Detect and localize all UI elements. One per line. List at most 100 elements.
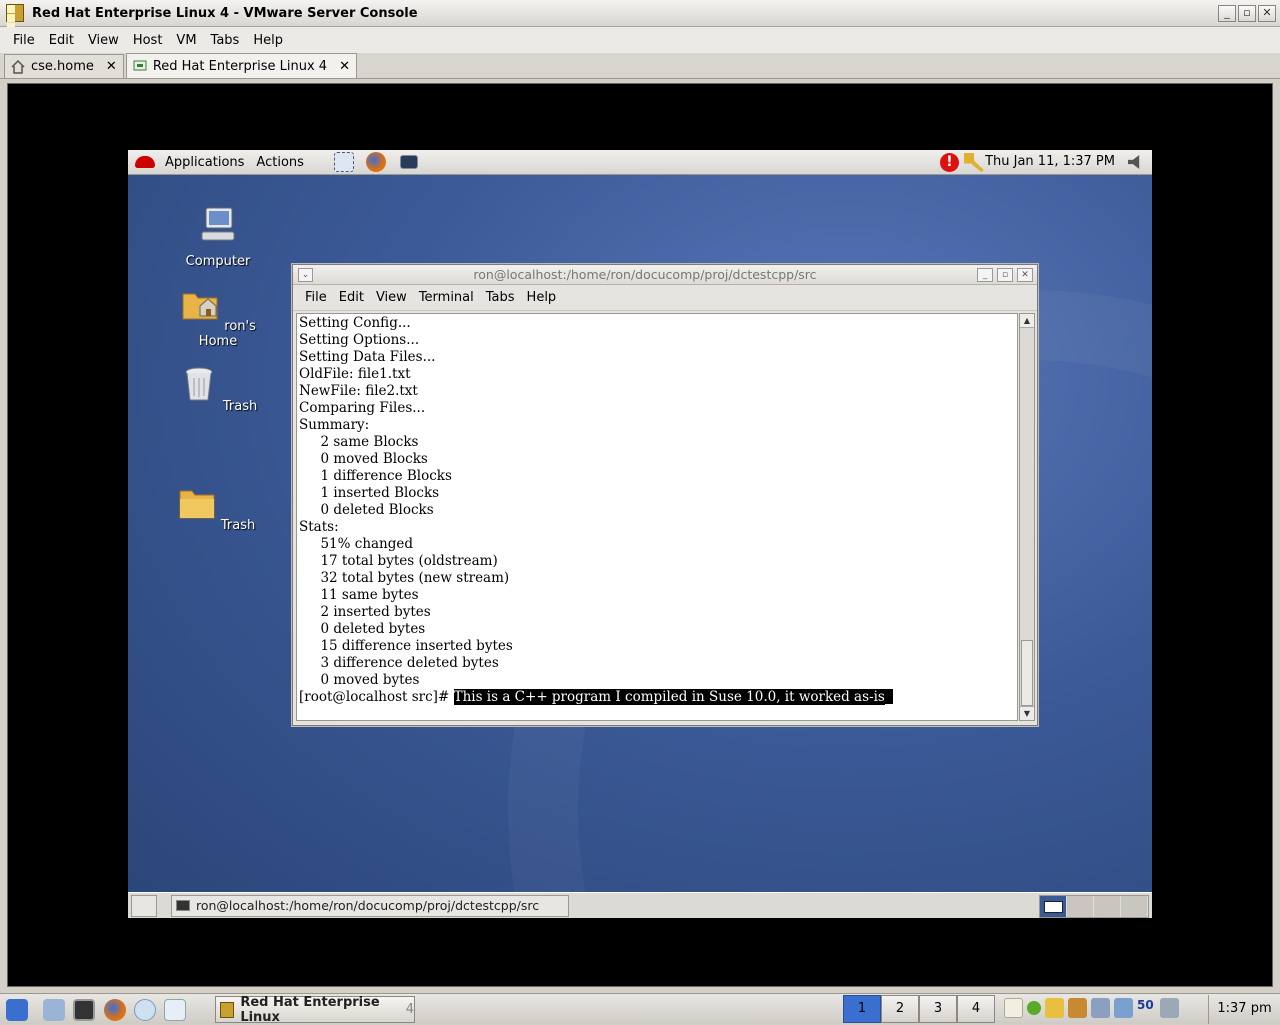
vmware-app-icon[interactable] (6, 4, 24, 40)
battery-badge[interactable]: 50 (1137, 998, 1156, 1018)
terminal-maximize-button[interactable]: ▫ (997, 267, 1013, 282)
terminal-close-button[interactable]: ✕ (1017, 267, 1033, 282)
terminal-titlebar[interactable]: ⌄ ron@localhost:/home/ron/docucomp/proj/… (293, 265, 1037, 285)
menu-file[interactable]: File (6, 33, 42, 48)
terminal-line: 3 difference deleted bytes (299, 655, 499, 671)
network-tray-icon[interactable] (1114, 998, 1133, 1018)
guest-task-terminal[interactable]: ron@localhost:/home/ron/docucomp/proj/dc… (171, 894, 569, 917)
briefcase-icon[interactable] (1068, 998, 1087, 1018)
guest-bottom-panel: ron@localhost:/home/ron/docucomp/proj/dc… (128, 892, 1152, 918)
host-pager[interactable]: 1 2 3 4 (843, 995, 995, 1023)
minimize-button[interactable]: _ (1218, 5, 1236, 22)
menu-view[interactable]: View (81, 33, 126, 48)
desktop-4-button[interactable]: 4 (957, 995, 995, 1023)
vm-icon (133, 60, 147, 71)
terminal-menu-file[interactable]: File (299, 290, 333, 305)
menu-help[interactable]: Help (246, 33, 290, 48)
system-tray: 50 (1004, 998, 1179, 1018)
menu-host[interactable]: Host (126, 33, 170, 48)
terminal-scrollbar[interactable]: ▲ ▼ (1019, 313, 1035, 721)
terminal-line: 15 difference inserted bytes (299, 638, 513, 654)
host-task-vmware[interactable]: Red Hat Enterprise Linux 4 (215, 994, 415, 1025)
terminal-line: Setting Options... (299, 332, 420, 348)
terminal-menu-terminal[interactable]: Terminal (413, 290, 480, 305)
terminal-menu-edit[interactable]: Edit (333, 290, 370, 305)
desktop-1-button[interactable]: 1 (843, 995, 881, 1023)
firefox-icon[interactable] (104, 999, 126, 1021)
tab-close-icon[interactable]: ✕ (339, 59, 350, 74)
desktop-icon-label: Trash (222, 399, 258, 414)
window-title: Red Hat Enterprise Linux 4 - VMware Serv… (32, 5, 418, 21)
terminal-line: 11 same bytes (299, 587, 419, 603)
vmware-tabbar: cse.home ✕ Red Hat Enterprise Linux 4 ✕ (0, 53, 1280, 79)
editor-icon[interactable] (164, 999, 186, 1021)
network-icon[interactable] (43, 999, 65, 1021)
alert-icon[interactable]: ! (940, 153, 959, 172)
guest-workspace-4[interactable] (1121, 896, 1148, 917)
tab-close-icon[interactable]: ✕ (106, 59, 117, 74)
folder-icon (179, 490, 215, 519)
volume-icon[interactable] (1128, 155, 1140, 169)
firefox-icon[interactable] (365, 152, 386, 172)
terminal-line: 1 difference Blocks (299, 468, 452, 484)
menu-edit[interactable]: Edit (42, 33, 81, 48)
keys-icon[interactable] (964, 153, 984, 172)
globe-icon[interactable] (134, 999, 156, 1021)
desktop-icon-trash[interactable]: Trash (173, 364, 263, 414)
scrollbar-thumb[interactable] (1021, 640, 1033, 706)
host-task-label: Red Hat Enterprise Linux (240, 994, 380, 1025)
tab-rhel4[interactable]: Red Hat Enterprise Linux 4 ✕ (125, 53, 357, 78)
desktop-icon-home[interactable]: ron's Home (173, 284, 263, 349)
close-button[interactable]: ✕ (1258, 5, 1276, 22)
show-desktop-button[interactable] (131, 894, 157, 917)
scroll-up-icon[interactable]: ▲ (1020, 314, 1034, 328)
terminal-minimize-button[interactable]: _ (977, 267, 993, 282)
actions-menu[interactable]: Actions (256, 155, 304, 170)
terminal-line: 32 total bytes (new stream) (299, 570, 510, 586)
guest-desktop[interactable]: Applications Actions ! Thu Jan 11, 1:37 … (128, 150, 1152, 918)
guest-workspace-2[interactable] (1067, 896, 1094, 917)
terminal-menu-tabs[interactable]: Tabs (480, 290, 521, 305)
applications-menu[interactable]: Applications (165, 155, 244, 170)
home-icon (11, 59, 25, 74)
guest-clock[interactable]: Thu Jan 11, 1:37 PM (985, 154, 1115, 169)
selected-text[interactable]: This is a C++ program I compiled in Suse… (453, 689, 885, 705)
terminal-line: Summary: (299, 417, 370, 433)
terminal-line: Stats: (299, 519, 339, 535)
terminal-task-icon (176, 900, 190, 911)
window-menu-button[interactable]: ⌄ (298, 267, 313, 282)
redhat-icon[interactable] (135, 156, 155, 168)
guest-task-label: ron@localhost:/home/ron/docucomp/proj/dc… (196, 898, 540, 913)
scroll-down-icon[interactable]: ▼ (1020, 706, 1034, 720)
menu-vm[interactable]: VM (169, 33, 203, 48)
green-dot-icon[interactable] (1027, 1001, 1041, 1015)
vmware-menubar: File Edit View Host VM Tabs Help (0, 27, 1280, 53)
maximize-button[interactable]: ▫ (1238, 5, 1256, 22)
konsole-icon[interactable] (73, 999, 95, 1021)
speaker-icon[interactable] (1091, 998, 1110, 1018)
guest-workspace-1[interactable] (1040, 896, 1067, 917)
kde-menu-icon[interactable] (6, 999, 28, 1021)
terminal-menu-view[interactable]: View (370, 290, 413, 305)
terminal-line: 2 inserted bytes (299, 604, 431, 620)
email-launcher-icon[interactable] (333, 152, 354, 172)
desktop-2-button[interactable]: 2 (881, 995, 919, 1023)
terminal-window[interactable]: ⌄ ron@localhost:/home/ron/docucomp/proj/… (292, 264, 1038, 726)
desktop-icon-trash-folder[interactable]: Trash (171, 483, 261, 533)
terminal-screen[interactable]: Setting Config... Setting Options... Setti… (296, 313, 1018, 721)
tag-icon[interactable] (1045, 998, 1064, 1018)
guest-workspace-switcher[interactable] (1039, 895, 1149, 918)
desktop-3-button[interactable]: 3 (919, 995, 957, 1023)
terminal-line: 0 deleted bytes (299, 621, 426, 637)
klipper-icon[interactable] (1004, 998, 1023, 1018)
desktop-icon-computer[interactable]: Computer (173, 204, 263, 269)
tab-cse-home[interactable]: cse.home ✕ (4, 54, 124, 78)
printer-icon[interactable] (1160, 998, 1179, 1018)
terminal-line: 17 total bytes (oldstream) (299, 553, 498, 569)
host-clock[interactable]: 1:37 pm (1208, 995, 1280, 1024)
guest-workspace-3[interactable] (1094, 896, 1121, 917)
terminal-menu-help[interactable]: Help (521, 290, 563, 305)
menu-tabs[interactable]: Tabs (204, 33, 247, 48)
terminal-menubar: File Edit View Terminal Tabs Help (293, 285, 1037, 311)
terminal-launcher-icon[interactable] (399, 155, 418, 169)
